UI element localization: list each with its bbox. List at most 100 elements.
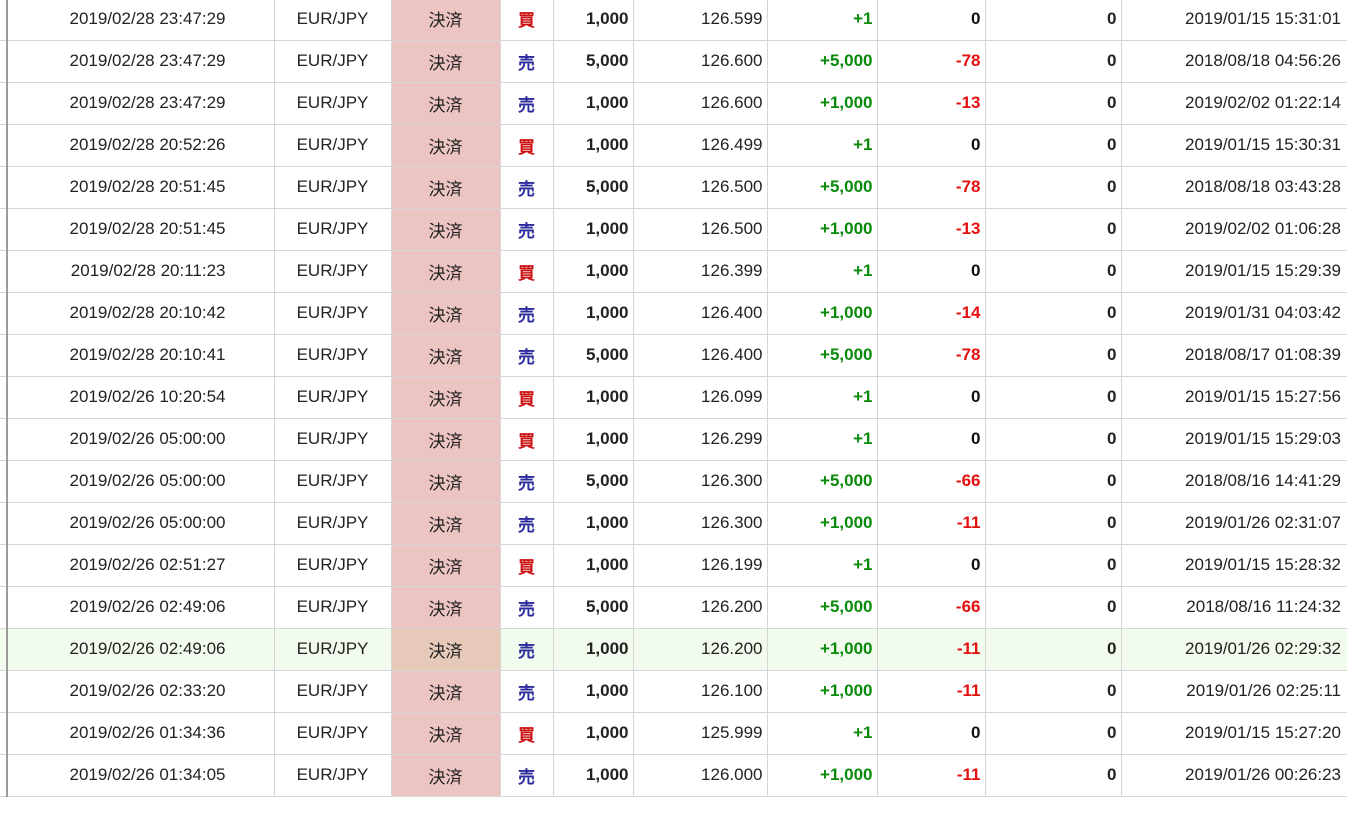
table-row[interactable]: 2019/02/26 02:49:06 EUR/JPY 決済売 1,000 126.20… [0, 628, 1347, 671]
quantity-cell: 1,000 [553, 418, 634, 461]
fee-cell: 0 [985, 754, 1122, 797]
trade-type-cell: 決済 [391, 628, 501, 671]
fee-cell: 0 [985, 628, 1122, 671]
profit-loss-cell: +5,000 [767, 40, 878, 83]
side-cell: 買 [500, 544, 554, 587]
currency-pair-cell: EUR/JPY [274, 586, 392, 629]
quantity-cell: 1,000 [553, 292, 634, 335]
side-cell: 売 [500, 460, 554, 503]
swap-cell: 0 [877, 418, 986, 461]
table-row[interactable]: 2019/02/26 02:49:06 EUR/JPY 決済売 5,000 126.20… [0, 586, 1347, 629]
fee-cell: 0 [985, 166, 1122, 209]
settle-time-cell: 2019/02/28 23:47:29 [7, 82, 275, 125]
quantity-cell: 1,000 [553, 0, 634, 41]
profit-loss-cell: +1 [767, 250, 878, 293]
trade-type-cell: 決済 [391, 418, 501, 461]
swap-cell: -11 [877, 502, 986, 545]
currency-pair-cell: EUR/JPY [274, 502, 392, 545]
profit-loss-cell: +5,000 [767, 460, 878, 503]
profit-loss-cell: +1,000 [767, 208, 878, 251]
table-row[interactable]: 2019/02/26 05:00:00 EUR/JPY 決済売 1,000 126.30… [0, 502, 1347, 545]
table-row[interactable]: 2019/02/28 20:10:41 EUR/JPY 決済売 5,000 126.40… [0, 334, 1347, 377]
table-row[interactable]: 2019/02/28 20:52:26 EUR/JPY 決済買 1,000 126.49… [0, 124, 1347, 167]
swap-cell: -11 [877, 754, 986, 797]
swap-cell: -66 [877, 460, 986, 503]
side-cell: 売 [500, 82, 554, 125]
row-gutter [0, 712, 8, 755]
fee-cell: 0 [985, 250, 1122, 293]
price-cell: 126.200 [633, 586, 768, 629]
price-cell: 126.099 [633, 376, 768, 419]
side-cell: 買 [500, 376, 554, 419]
settle-time-cell: 2019/02/26 10:20:54 [7, 376, 275, 419]
currency-pair-cell: EUR/JPY [274, 82, 392, 125]
profit-loss-cell: +5,000 [767, 334, 878, 377]
fee-cell: 0 [985, 0, 1122, 41]
price-cell: 126.500 [633, 208, 768, 251]
table-row[interactable]: 2019/02/26 05:00:00 EUR/JPY 決済買 1,000 126.29… [0, 418, 1347, 461]
side-cell: 買 [500, 124, 554, 167]
table-row[interactable]: 2019/02/26 10:20:54 EUR/JPY 決済買 1,000 126.09… [0, 376, 1347, 419]
table-row[interactable]: 2019/02/28 23:47:29 EUR/JPY 決済売 1,000 126.60… [0, 82, 1347, 125]
open-time-cell: 2018/08/16 11:24:32 [1121, 586, 1347, 629]
table-row[interactable]: 2019/02/28 23:47:29 EUR/JPY 決済買 1,000 126.59… [0, 0, 1347, 41]
table-row[interactable]: 2019/02/26 01:34:05 EUR/JPY 決済売 1,000 126.00… [0, 754, 1347, 797]
settle-time-cell: 2019/02/28 20:10:42 [7, 292, 275, 335]
profit-loss-cell: +1,000 [767, 628, 878, 671]
table-row[interactable]: 2019/02/28 20:51:45 EUR/JPY 決済売 1,000 126.50… [0, 208, 1347, 251]
fee-cell: 0 [985, 502, 1122, 545]
trade-type-cell: 決済 [391, 250, 501, 293]
open-time-cell: 2019/01/26 02:29:32 [1121, 628, 1347, 671]
table-row[interactable]: 2019/02/26 02:33:20 EUR/JPY 決済売 1,000 126.10… [0, 670, 1347, 713]
swap-cell: -13 [877, 82, 986, 125]
currency-pair-cell: EUR/JPY [274, 670, 392, 713]
fee-cell: 0 [985, 670, 1122, 713]
profit-loss-cell: +1,000 [767, 502, 878, 545]
currency-pair-cell: EUR/JPY [274, 124, 392, 167]
side-cell: 買 [500, 712, 554, 755]
trade-type-cell: 決済 [391, 0, 501, 41]
settle-time-cell: 2019/02/26 02:49:06 [7, 628, 275, 671]
settle-time-cell: 2019/02/26 02:33:20 [7, 670, 275, 713]
profit-loss-cell: +1 [767, 418, 878, 461]
swap-cell: -14 [877, 292, 986, 335]
settle-time-cell: 2019/02/28 23:47:29 [7, 0, 275, 41]
trade-type-cell: 決済 [391, 712, 501, 755]
settle-time-cell: 2019/02/28 20:10:41 [7, 334, 275, 377]
currency-pair-cell: EUR/JPY [274, 208, 392, 251]
open-time-cell: 2019/01/31 04:03:42 [1121, 292, 1347, 335]
row-gutter [0, 628, 8, 671]
swap-cell: -11 [877, 628, 986, 671]
trade-type-cell: 決済 [391, 82, 501, 125]
settle-time-cell: 2019/02/28 20:11:23 [7, 250, 275, 293]
open-time-cell: 2019/01/15 15:30:31 [1121, 124, 1347, 167]
row-gutter [0, 586, 8, 629]
trade-type-cell: 決済 [391, 376, 501, 419]
side-cell: 売 [500, 166, 554, 209]
table-row[interactable]: 2019/02/26 01:34:36 EUR/JPY 決済買 1,000 125.99… [0, 712, 1347, 755]
row-gutter [0, 82, 8, 125]
table-row[interactable]: 2019/02/28 20:11:23 EUR/JPY 決済買 1,000 126.39… [0, 250, 1347, 293]
row-gutter [0, 544, 8, 587]
table-row[interactable]: 2019/02/28 20:51:45 EUR/JPY 決済売 5,000 126.50… [0, 166, 1347, 209]
trade-type-cell: 決済 [391, 40, 501, 83]
table-row[interactable]: 2019/02/26 05:00:00 EUR/JPY 決済売 5,000 126.30… [0, 460, 1347, 503]
quantity-cell: 1,000 [553, 754, 634, 797]
table-row[interactable]: 2019/02/26 02:51:27 EUR/JPY 決済買 1,000 126.19… [0, 544, 1347, 587]
settle-time-cell: 2019/02/26 02:51:27 [7, 544, 275, 587]
table-row[interactable]: 2019/02/28 23:47:29 EUR/JPY 決済売 5,000 126.60… [0, 40, 1347, 83]
price-cell: 126.600 [633, 40, 768, 83]
profit-loss-cell: +1 [767, 124, 878, 167]
side-cell: 売 [500, 208, 554, 251]
settle-time-cell: 2019/02/26 02:49:06 [7, 586, 275, 629]
profit-loss-cell: +1 [767, 376, 878, 419]
currency-pair-cell: EUR/JPY [274, 376, 392, 419]
currency-pair-cell: EUR/JPY [274, 0, 392, 41]
open-time-cell: 2019/01/15 15:29:03 [1121, 418, 1347, 461]
currency-pair-cell: EUR/JPY [274, 334, 392, 377]
side-cell: 売 [500, 586, 554, 629]
side-cell: 売 [500, 754, 554, 797]
settle-time-cell: 2019/02/26 05:00:00 [7, 502, 275, 545]
table-row[interactable]: 2019/02/28 20:10:42 EUR/JPY 決済売 1,000 126.40… [0, 292, 1347, 335]
side-cell: 売 [500, 670, 554, 713]
